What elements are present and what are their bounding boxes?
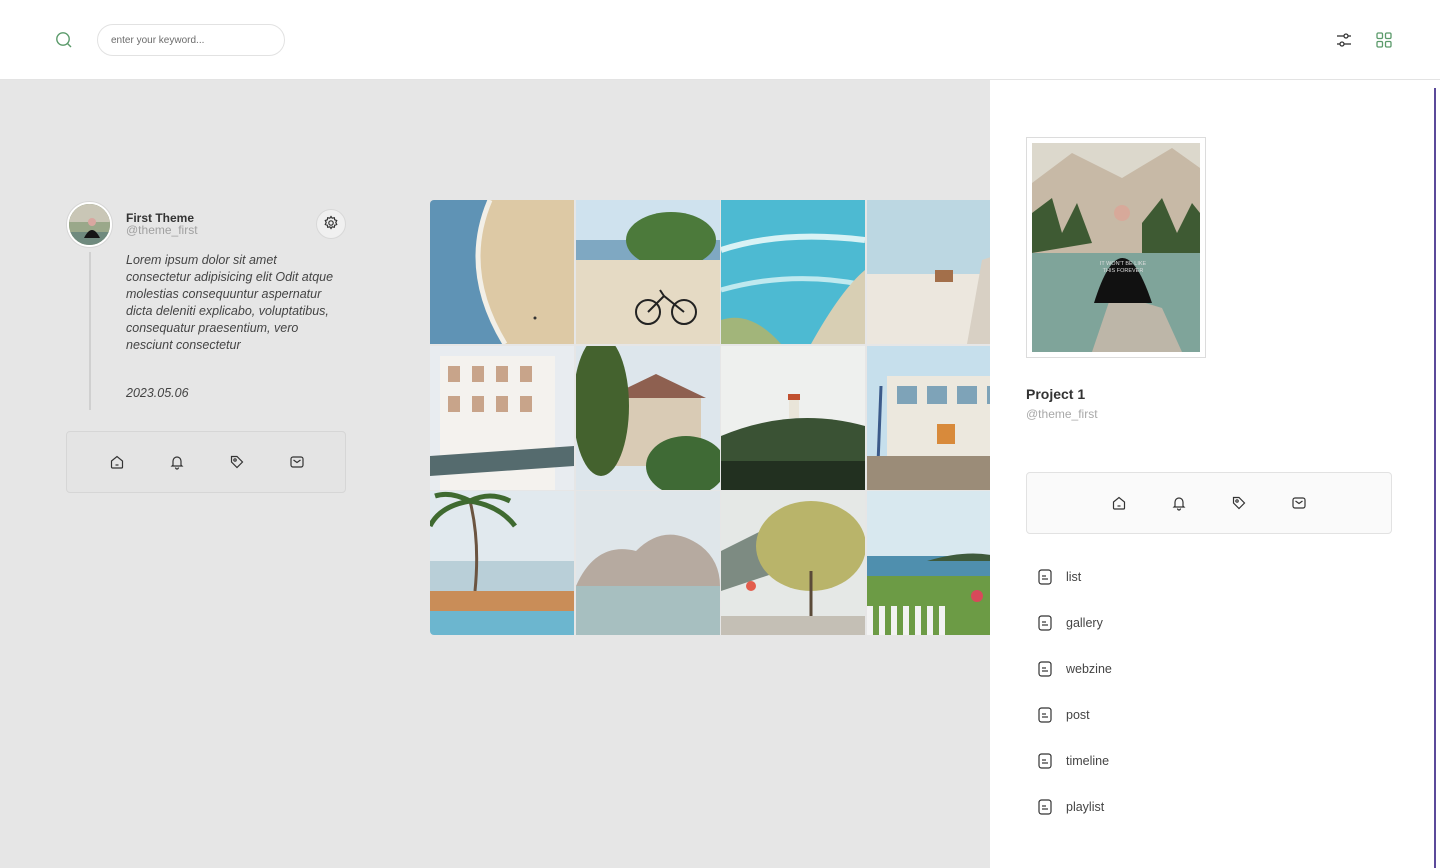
project-handle: @theme_first xyxy=(1026,407,1098,421)
mail-icon[interactable] xyxy=(1289,493,1309,513)
svg-text:IT WON'T BE LIKE: IT WON'T BE LIKE xyxy=(1100,261,1147,267)
project-title[interactable]: Project 1 xyxy=(1026,386,1085,402)
gallery-tile-school-yard[interactable] xyxy=(867,346,990,490)
menu-item-webzine[interactable]: webzine xyxy=(1036,659,1112,679)
menu-item-label: webzine xyxy=(1066,662,1112,676)
thread-line xyxy=(89,252,91,410)
top-bar xyxy=(0,0,1440,80)
search-icon[interactable] xyxy=(55,31,73,49)
menu-item-label: list xyxy=(1066,570,1082,584)
post-date: 2023.05.06 xyxy=(126,386,189,400)
bell-icon[interactable] xyxy=(1169,493,1189,513)
bell-icon[interactable] xyxy=(167,452,187,472)
document-icon xyxy=(1036,614,1054,632)
document-icon xyxy=(1036,798,1054,816)
tag-icon[interactable] xyxy=(227,452,247,472)
mail-icon[interactable] xyxy=(287,452,307,472)
grid-icon[interactable] xyxy=(1374,30,1394,50)
menu-item-gallery[interactable]: gallery xyxy=(1036,613,1103,633)
gallery-tile-sea-rocks[interactable] xyxy=(576,491,720,635)
menu-item-list[interactable]: list xyxy=(1036,567,1081,587)
gallery-tile-coast-garden[interactable] xyxy=(867,491,990,635)
post-text: Lorem ipsum dolor sit amet consectetur a… xyxy=(126,253,334,352)
gallery-tile-lighthouse[interactable] xyxy=(721,346,865,490)
home-icon[interactable] xyxy=(107,452,127,472)
sliders-icon[interactable] xyxy=(1334,30,1354,50)
menu-item-post[interactable]: post xyxy=(1036,705,1090,725)
panel-accent-line xyxy=(1434,88,1436,868)
menu-item-label: gallery xyxy=(1066,616,1103,630)
gallery-tile-beach-bicycle[interactable] xyxy=(576,200,720,344)
menu-item-label: post xyxy=(1066,708,1090,722)
gallery-tile-white-building[interactable] xyxy=(430,346,574,490)
home-icon[interactable] xyxy=(1109,493,1129,513)
gallery-tile-palm-resort[interactable] xyxy=(430,491,574,635)
photo-gallery xyxy=(430,200,990,635)
gallery-tile-beach-aerial[interactable] xyxy=(430,200,574,344)
document-icon xyxy=(1036,706,1054,724)
profile-nav-bar xyxy=(66,431,346,493)
menu-item-playlist[interactable]: playlist xyxy=(1036,797,1104,817)
menu-item-label: playlist xyxy=(1066,800,1105,814)
svg-text:THIS FOREVER: THIS FOREVER xyxy=(1103,268,1144,274)
gallery-tile-yellow-tree-road[interactable] xyxy=(721,491,865,635)
project-image[interactable]: IT WON'T BE LIKE THIS FOREVER xyxy=(1026,137,1206,358)
menu-item-label: timeline xyxy=(1066,754,1110,768)
document-icon xyxy=(1036,568,1054,586)
gallery-tile-turquoise-sea[interactable] xyxy=(721,200,865,344)
gear-icon xyxy=(323,214,339,234)
project-nav-bar xyxy=(1026,472,1392,534)
gallery-tile-villa-trees[interactable] xyxy=(576,346,720,490)
profile-handle: @theme_first xyxy=(126,223,198,237)
gallery-tile-seaside-houses[interactable] xyxy=(867,200,990,344)
tag-icon[interactable] xyxy=(1229,493,1249,513)
avatar[interactable] xyxy=(67,202,112,247)
document-icon xyxy=(1036,752,1054,770)
settings-button[interactable] xyxy=(316,209,346,239)
menu-item-timeline[interactable]: timeline xyxy=(1036,751,1109,771)
project-panel: IT WON'T BE LIKE THIS FOREVER Project 1 … xyxy=(990,80,1440,868)
document-icon xyxy=(1036,660,1054,678)
search-input[interactable] xyxy=(97,24,285,56)
